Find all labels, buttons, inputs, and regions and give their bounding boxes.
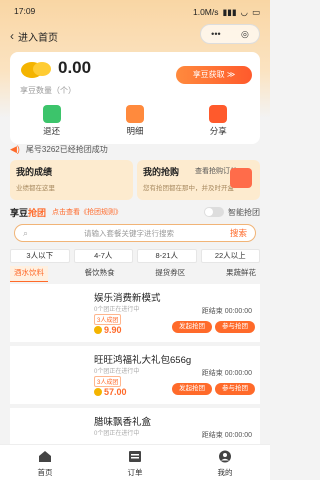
tab-order[interactable]: 订单: [105, 445, 165, 480]
list-item[interactable]: 娱乐消费新模式 0个团正在进行中 3人成团 9.90 距结束 00:00:00 …: [10, 284, 260, 342]
search-bar: ⌕ 请输入套餐关键字进行搜索 搜索: [14, 224, 256, 242]
order-icon: [129, 451, 141, 462]
join-group-button[interactable]: 参与抢团: [215, 321, 255, 333]
notice-bar: ◀) 尾号3262已经抢团成功: [10, 141, 260, 157]
close-icon[interactable]: ◎: [241, 29, 249, 40]
my-results-sub: 业绩都在这里: [16, 185, 55, 192]
detail-label: 明细: [126, 126, 144, 136]
wallet-card: 0.00 享豆数量（个） 享豆获取 ≫ 退还 明细 分享: [10, 52, 260, 144]
product-sub: 0个团正在进行中: [94, 307, 140, 313]
rules-link[interactable]: 点击查看《抢团规则》: [52, 207, 122, 217]
join-group-button[interactable]: 参与抢团: [215, 383, 255, 395]
list-item[interactable]: 腊味飘香礼盒 0个团正在进行中 距结束 00:00:00: [10, 408, 260, 444]
my-results-title: 我的成绩: [16, 167, 53, 177]
product-image: [15, 412, 89, 444]
tab-fruits[interactable]: 果蔬鲜花: [222, 266, 260, 282]
list-item[interactable]: 旺旺鸿福礼大礼包656g 0个团正在进行中 3人成团 57.00 距结束 00:…: [10, 346, 260, 404]
product-price: 9.90: [94, 325, 122, 335]
product-sub: 0个团正在进行中: [94, 431, 140, 437]
tab-mine[interactable]: 我的: [195, 445, 255, 480]
home-icon: [39, 451, 51, 462]
category-tabs: 酒水饮料 餐饮熟食 提货券区 果蔬鲜花: [10, 266, 260, 282]
search-input[interactable]: 请输入套餐关键字进行搜索: [28, 228, 230, 239]
my-results-card[interactable]: 我的成绩 业绩都在这里: [10, 160, 133, 200]
signal-icon: ▮▮▮: [222, 6, 237, 17]
detail-button[interactable]: 明细: [105, 105, 165, 143]
wifi-icon: ◡: [240, 6, 248, 17]
tab-mine-label: 我的: [217, 468, 233, 477]
battery-icon: ▭: [251, 6, 260, 17]
group-size-tag: 3人成团: [94, 376, 122, 387]
status-time: 17:09: [14, 6, 36, 16]
share-button[interactable]: 分享: [188, 105, 248, 143]
status-net: 1.0M/s: [192, 7, 219, 17]
product-name: 腊味飘香礼盒: [94, 417, 152, 428]
return-icon: [42, 105, 61, 123]
section-title-bean: 享豆: [10, 207, 29, 218]
tab-food[interactable]: 餐饮熟食: [81, 266, 119, 282]
product-image: [15, 288, 89, 338]
bean-icon: [21, 62, 51, 78]
return-label: 退还: [43, 126, 61, 136]
bean-amount: 0.00: [58, 58, 92, 77]
smart-group-label: 智能抢团: [228, 207, 260, 217]
share-icon: [209, 105, 228, 123]
toggle-switch[interactable]: [204, 207, 224, 217]
return-button[interactable]: 退还: [22, 105, 82, 143]
countdown: 距结束 00:00:00: [201, 308, 252, 315]
page-title: 进入首页: [18, 32, 58, 44]
user-icon: [219, 450, 231, 463]
bean-amount-label: 享豆数量（个）: [20, 86, 76, 95]
group-size-filters: 3人以下 4-7人 8-21人 22人以上: [10, 249, 260, 263]
price-value: 57.00: [104, 387, 127, 397]
price-value: 9.90: [104, 325, 122, 335]
wallet-actions: 退还 明细 分享: [10, 105, 260, 143]
status-bar: 17:09 1.0M/s ▮▮▮ ◡ ▭: [14, 6, 260, 18]
mini-program-capsule: ••• ◎: [200, 24, 260, 44]
search-button[interactable]: 搜索: [230, 227, 247, 239]
back-icon[interactable]: ‹: [10, 29, 14, 43]
filter-button[interactable]: 22人以上: [200, 249, 260, 263]
smart-group-toggle[interactable]: 智能抢团: [204, 207, 260, 218]
start-group-button[interactable]: 发起抢团: [172, 321, 212, 333]
my-purchase-card[interactable]: 我的抢购 查看抢购订单 › 您有抢团都在那中，并及时开盒: [137, 160, 260, 200]
tab-order-label: 订单: [127, 468, 143, 477]
notice-text: 尾号3262已经抢团成功: [25, 144, 108, 154]
coin-icon: [94, 326, 102, 334]
group-buy-header: 享豆 抢团 点击查看《抢团规则》 智能抢团: [10, 206, 260, 218]
product-image: [15, 350, 89, 400]
filter-button[interactable]: 3人以下: [10, 249, 70, 263]
product-name: 旺旺鸿福礼大礼包656g: [94, 355, 192, 366]
filter-button[interactable]: 4-7人: [73, 249, 133, 263]
share-label: 分享: [209, 126, 227, 136]
tab-vouchers[interactable]: 提货券区: [151, 266, 189, 282]
product-sub: 0个团正在进行中: [94, 369, 140, 375]
product-price: 57.00: [94, 387, 127, 397]
tab-home-label: 首页: [37, 468, 53, 477]
get-bean-button[interactable]: 享豆获取 ≫: [176, 66, 252, 84]
group-size-tag: 3人成团: [94, 314, 122, 325]
speaker-icon: ◀): [10, 143, 20, 154]
more-icon[interactable]: •••: [211, 29, 220, 39]
countdown: 距结束 00:00:00: [201, 370, 252, 377]
countdown: 距结束 00:00:00: [201, 432, 252, 439]
section-title-group: 抢团: [28, 207, 47, 218]
bottom-tab-bar: 首页 订单 我的: [0, 444, 270, 480]
product-name: 娱乐消费新模式: [94, 293, 161, 304]
summary-cards: 我的成绩 业绩都在这里 我的抢购 查看抢购订单 › 您有抢团都在那中，并及时开盒: [10, 160, 260, 200]
gift-box-icon: [230, 168, 252, 188]
coin-icon: [94, 388, 102, 396]
start-group-button[interactable]: 发起抢团: [172, 383, 212, 395]
detail-icon: [125, 105, 144, 123]
filter-button[interactable]: 8-21人: [137, 249, 197, 263]
tab-drinks[interactable]: 酒水饮料: [10, 266, 48, 282]
tab-home[interactable]: 首页: [15, 445, 75, 480]
